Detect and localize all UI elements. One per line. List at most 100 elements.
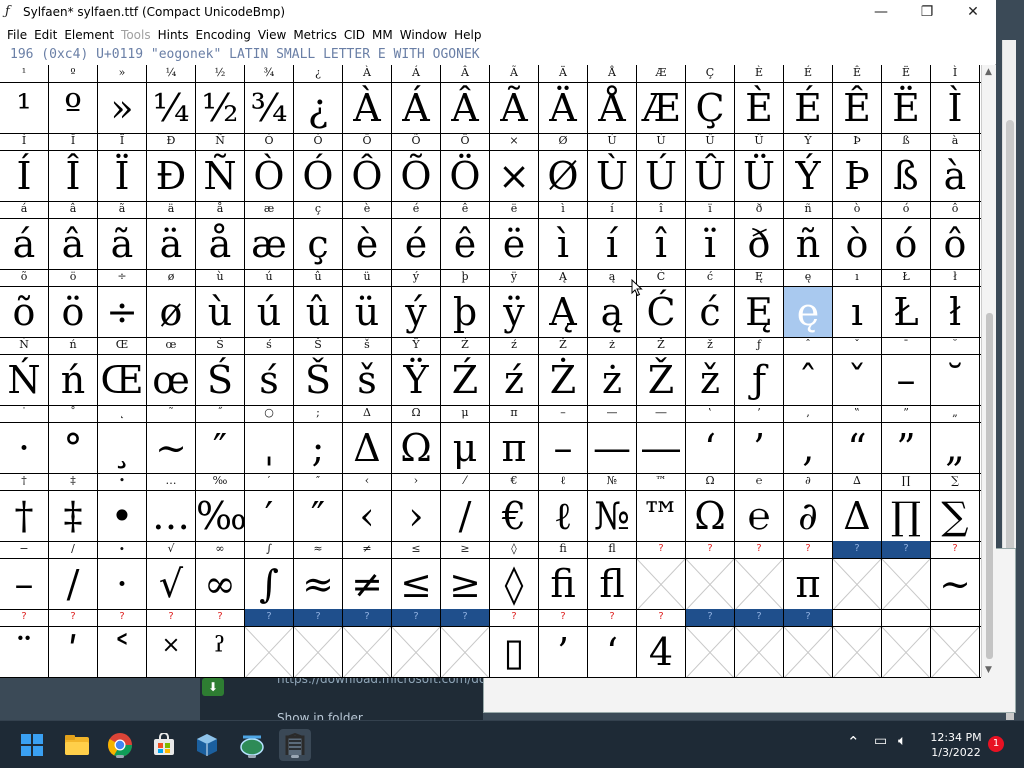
scroll-up-arrow-icon[interactable]: ▲: [985, 67, 992, 77]
glyph-cell[interactable]: ”: [882, 423, 931, 474]
glyph-cell[interactable]: °: [49, 423, 98, 474]
glyph-cell[interactable]: ÿ: [490, 287, 539, 338]
glyph-cell[interactable]: ›: [392, 491, 441, 542]
maximize-button[interactable]: ❐: [904, 0, 950, 24]
glyph-cell[interactable]: ˘: [931, 355, 980, 406]
glyph-cell[interactable]: ≠: [343, 559, 392, 610]
glyph-cell[interactable]: —: [588, 423, 637, 474]
glyph-cell[interactable]: Ź: [441, 355, 490, 406]
glyph-cell[interactable]: Ž: [637, 355, 686, 406]
glyph-cell[interactable]: ð: [735, 219, 784, 270]
glyph-cell[interactable]: ﬂ: [588, 559, 637, 610]
glyph-cell[interactable]: ò: [833, 219, 882, 270]
glyph-cell[interactable]: ;: [294, 423, 343, 474]
glyph-cell[interactable]: ―: [637, 423, 686, 474]
glyph-cell[interactable]: ł: [931, 287, 980, 338]
glyph-cell[interactable]: »: [98, 83, 147, 134]
grid-scrollbar-thumb[interactable]: [986, 313, 993, 659]
glyph-cell[interactable]: Ð: [147, 151, 196, 202]
menu-tools[interactable]: Tools: [121, 28, 151, 42]
menu-encoding[interactable]: Encoding: [196, 28, 251, 42]
glyph-cell[interactable]: π: [490, 423, 539, 474]
glyph-cell[interactable]: ˂: [98, 627, 147, 678]
glyph-cell[interactable]: Ï: [98, 151, 147, 202]
glyph-cell[interactable]: È: [735, 83, 784, 134]
glyph-cell[interactable]: À: [343, 83, 392, 134]
glyph-cell[interactable]: ˟: [147, 627, 196, 678]
grid-scrollbar[interactable]: ▲ ▼: [981, 65, 996, 677]
glyph-cell[interactable]: ç: [294, 219, 343, 270]
menu-edit[interactable]: Edit: [34, 28, 57, 42]
glyph-cell[interactable]: è: [343, 219, 392, 270]
glyph-cell[interactable]: /: [441, 491, 490, 542]
glyph-cell[interactable]: Ś: [196, 355, 245, 406]
glyph-cell[interactable]: ℓ: [539, 491, 588, 542]
clock[interactable]: 12:34 PM 1/3/2022: [926, 730, 986, 760]
glyph-cell[interactable]: ″: [196, 423, 245, 474]
glyph-cell[interactable]: /: [49, 559, 98, 610]
glyph-cell[interactable]: ê: [441, 219, 490, 270]
glyph-cell[interactable]: É: [784, 83, 833, 134]
glyph-cell[interactable]: ×: [490, 151, 539, 202]
glyph-cell[interactable]: ∞: [196, 559, 245, 610]
glyph-cell[interactable]: ·: [0, 423, 49, 474]
glyph-cell[interactable]: ¼: [147, 83, 196, 134]
glyph-cell[interactable]: √: [147, 559, 196, 610]
glyph-cell[interactable]: Ä: [539, 83, 588, 134]
glyph-cell[interactable]: ˌ: [245, 423, 294, 474]
close-button[interactable]: ✕: [950, 0, 996, 24]
glyph-cell[interactable]: ö: [49, 287, 98, 338]
menu-hints[interactable]: Hints: [158, 28, 189, 42]
glyph-cell[interactable]: Á: [392, 83, 441, 134]
glyph-cell[interactable]: ‹: [343, 491, 392, 542]
glyph-cell[interactable]: №: [588, 491, 637, 542]
glyph-cell[interactable]: Ą: [539, 287, 588, 338]
microsoft-store-icon[interactable]: [148, 729, 180, 761]
glyph-cell[interactable]: ś: [245, 355, 294, 406]
glyph-cell[interactable]: º: [49, 83, 98, 134]
glyph-cell[interactable]: –: [0, 559, 49, 610]
glyph-cell[interactable]: 4: [637, 627, 686, 678]
glyph-cell[interactable]: Ö: [441, 151, 490, 202]
glyph-cell[interactable]: ′: [245, 491, 294, 542]
network-icon[interactable]: ▭: [874, 733, 887, 749]
fontforge-icon[interactable]: [279, 729, 311, 761]
glyph-cell[interactable]: ≤: [392, 559, 441, 610]
file-explorer-icon[interactable]: [61, 729, 93, 761]
title-bar[interactable]: ƒ Sylfaen* sylfaen.ttf (Compact UnicodeB…: [0, 0, 996, 24]
glyph-cell[interactable]: á: [0, 219, 49, 270]
glyph-cell[interactable]: ˀ: [196, 627, 245, 678]
glyph-cell-empty[interactable]: [833, 627, 882, 678]
glyph-cell[interactable]: ∏: [882, 491, 931, 542]
glyph-cell[interactable]: •: [98, 491, 147, 542]
glyph-cell[interactable]: œ: [147, 355, 196, 406]
glyph-cell[interactable]: â: [49, 219, 98, 270]
glyph-cell-selected[interactable]: ę: [784, 287, 833, 338]
glyph-cell[interactable]: ô: [931, 219, 980, 270]
glyph-cell[interactable]: Ÿ: [392, 355, 441, 406]
glyph-cell-empty[interactable]: [245, 627, 294, 678]
glyph-cell[interactable]: ‰: [196, 491, 245, 542]
glyph-cell[interactable]: †: [0, 491, 49, 542]
glyph-cell[interactable]: ƒ: [735, 355, 784, 406]
scroll-down-arrow-icon[interactable]: ▼: [985, 665, 992, 675]
glyph-cell-empty[interactable]: [784, 627, 833, 678]
glyph-cell-empty[interactable]: [735, 559, 784, 610]
glyph-cell[interactable]: Ã: [490, 83, 539, 134]
glyph-cell[interactable]: „: [931, 423, 980, 474]
glyph-cell[interactable]: ú: [245, 287, 294, 338]
glyph-cell-empty[interactable]: [441, 627, 490, 678]
glyph-cell[interactable]: Ñ: [196, 151, 245, 202]
glyph-cell[interactable]: î: [637, 219, 686, 270]
glyph-cell[interactable]: Ń: [0, 355, 49, 406]
glyph-cell[interactable]: Ô: [343, 151, 392, 202]
glyph-cell[interactable]: Ú: [637, 151, 686, 202]
glyph-cell[interactable]: ″: [294, 491, 343, 542]
glyph-cell[interactable]: ń: [49, 355, 98, 406]
glyph-cell[interactable]: ™: [637, 491, 686, 542]
glyph-cell[interactable]: ﬁ: [539, 559, 588, 610]
glyph-cell-empty[interactable]: [294, 627, 343, 678]
glyph-cell[interactable]: ·: [98, 559, 147, 610]
glyph-cell[interactable]: ½: [196, 83, 245, 134]
glyph-cell-empty[interactable]: [931, 627, 980, 678]
